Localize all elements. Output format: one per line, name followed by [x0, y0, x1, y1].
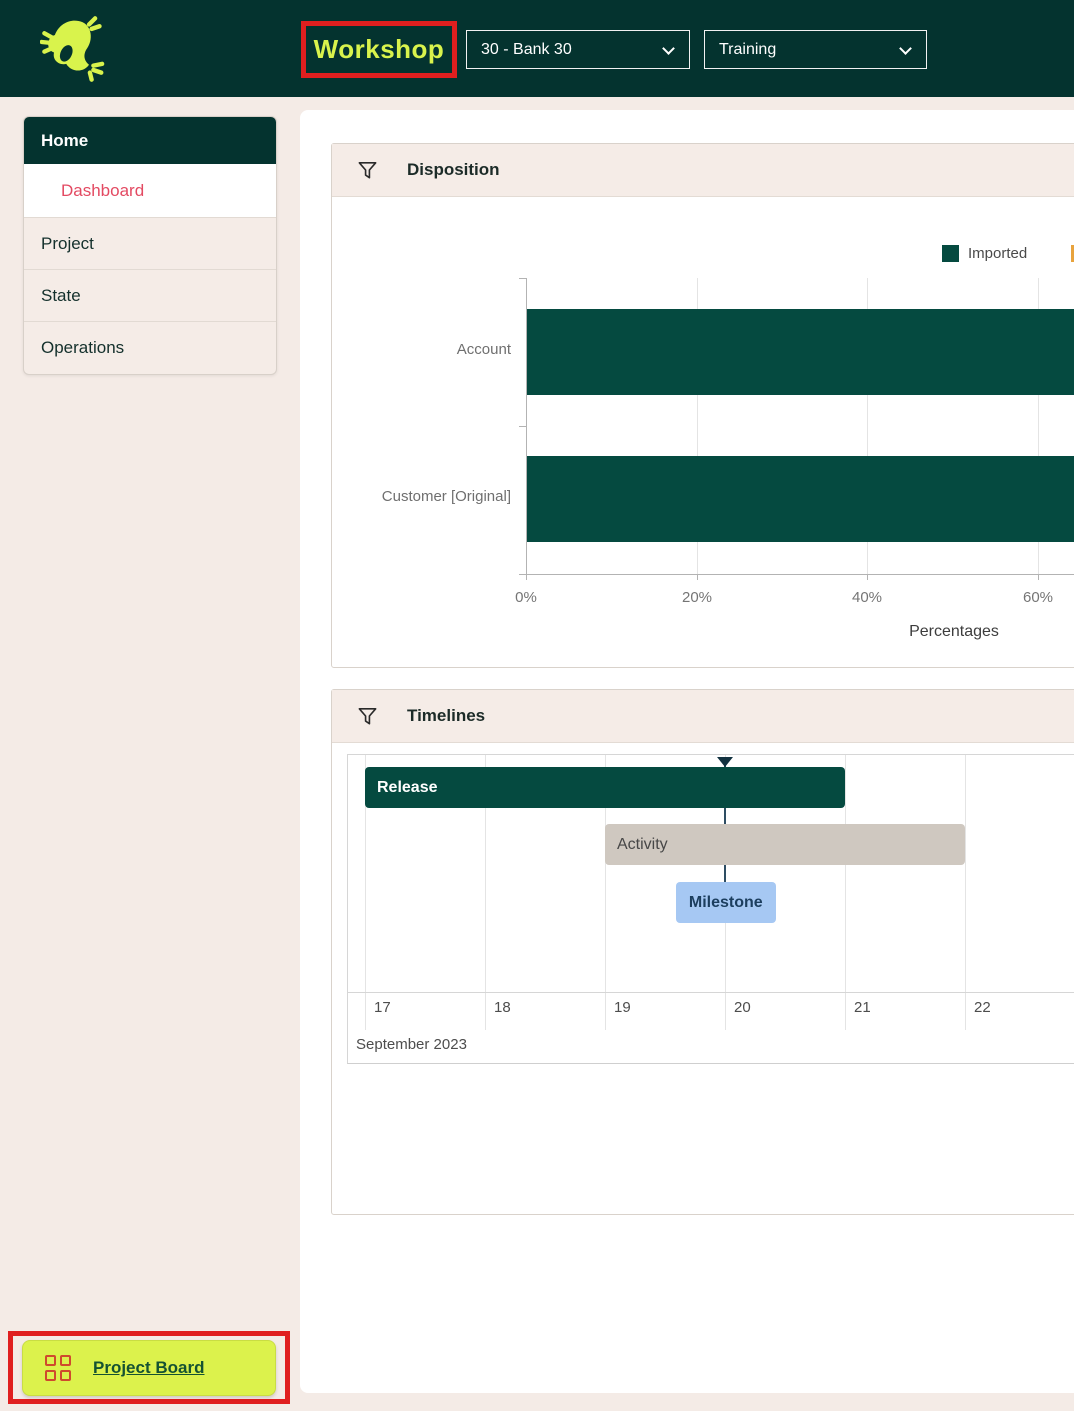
- category-label: Customer [Original]: [321, 488, 511, 505]
- app-viewport: Workshop 30 - Bank 30 Training Home Dash…: [0, 0, 1074, 1411]
- category-axis-line: [519, 574, 1074, 575]
- sidebar-item-label: Operations: [41, 338, 124, 358]
- bar-account[interactable]: [527, 309, 1074, 395]
- legend-swatch-imported[interactable]: [942, 245, 959, 262]
- timeline-bar-milestone[interactable]: Milestone: [676, 882, 776, 923]
- day-label: 17: [374, 999, 391, 1016]
- sidebar-item-label: Dashboard: [61, 181, 144, 201]
- row-boundary-tick: [519, 574, 526, 575]
- disposition-plot: 0%20%40%60%AccountCustomer [Original]Per…: [526, 278, 1074, 574]
- disposition-card-title: Disposition: [407, 160, 500, 180]
- month-label: September 2023: [356, 1036, 467, 1053]
- disposition-card: Disposition Imported 0%20%40%60%AccountC…: [331, 143, 1074, 668]
- board-grid-icon: [45, 1355, 71, 1381]
- day-gridline: [845, 755, 846, 1030]
- row-boundary-tick: [519, 278, 526, 279]
- x-axis-title: Percentages: [526, 623, 1074, 641]
- training-select-value: Training: [719, 41, 776, 59]
- filter-icon[interactable]: [356, 705, 379, 728]
- sidebar-menu: Home Dashboard Project State Operations: [23, 116, 277, 375]
- chevron-down-icon: [662, 42, 675, 55]
- sidebar-item-label: Project: [41, 234, 94, 254]
- disposition-card-header: Disposition: [332, 144, 1074, 197]
- app-title: Workshop: [306, 26, 452, 73]
- timeline-bar-activity[interactable]: Activity: [605, 824, 965, 865]
- timelines-card-title: Timelines: [407, 706, 485, 726]
- x-tick-label: 60%: [1008, 589, 1068, 606]
- timelines-plot: 17 18 19 20 21 22 September 2023 Release Activit…: [347, 754, 1074, 1064]
- bank-select-value: 30 - Bank 30: [481, 41, 572, 59]
- legend-label-imported: Imported: [968, 245, 1027, 262]
- row-boundary-tick: [519, 426, 526, 427]
- timelines-card-header: Timelines: [332, 690, 1074, 743]
- category-label: Account: [321, 341, 511, 358]
- filter-icon[interactable]: [356, 159, 379, 182]
- day-label: 22: [974, 999, 991, 1016]
- frog-logo: [40, 13, 110, 85]
- sidebar-item-project[interactable]: Project: [24, 218, 276, 270]
- x-tick-label: 40%: [837, 589, 897, 606]
- x-tick-label: 20%: [667, 589, 727, 606]
- app-header: Workshop 30 - Bank 30 Training: [0, 0, 1074, 97]
- sidebar-item-home[interactable]: Home: [24, 117, 276, 164]
- sidebar-item-state[interactable]: State: [24, 270, 276, 322]
- project-board-button[interactable]: Project Board: [22, 1340, 276, 1396]
- annotation-box-workshop: Workshop: [301, 21, 457, 78]
- timelines-card: Timelines 17 18 19 20 21 22 September 2023 Rele…: [331, 689, 1074, 1215]
- sidebar-item-label: Home: [41, 131, 88, 151]
- day-gridline: [965, 755, 966, 1030]
- today-marker-triangle: [717, 757, 733, 767]
- sidebar-item-label: State: [41, 286, 81, 306]
- axis-separator-line: [348, 992, 1074, 993]
- project-board-label: Project Board: [93, 1358, 204, 1378]
- training-select[interactable]: Training: [704, 30, 927, 69]
- main-content-panel: Disposition Imported 0%20%40%60%AccountC…: [300, 110, 1074, 1393]
- day-label: 20: [734, 999, 751, 1016]
- bank-select[interactable]: 30 - Bank 30: [466, 30, 690, 69]
- sidebar-item-operations[interactable]: Operations: [24, 322, 276, 374]
- x-tick-label: 0%: [496, 589, 556, 606]
- day-label: 19: [614, 999, 631, 1016]
- sidebar-item-dashboard[interactable]: Dashboard: [24, 164, 276, 218]
- chevron-down-icon: [899, 42, 912, 55]
- timeline-bar-release[interactable]: Release: [365, 767, 845, 808]
- day-label: 21: [854, 999, 871, 1016]
- bar-customer-original-[interactable]: [527, 456, 1074, 542]
- day-label: 18: [494, 999, 511, 1016]
- chart-legend: Imported: [332, 245, 1074, 265]
